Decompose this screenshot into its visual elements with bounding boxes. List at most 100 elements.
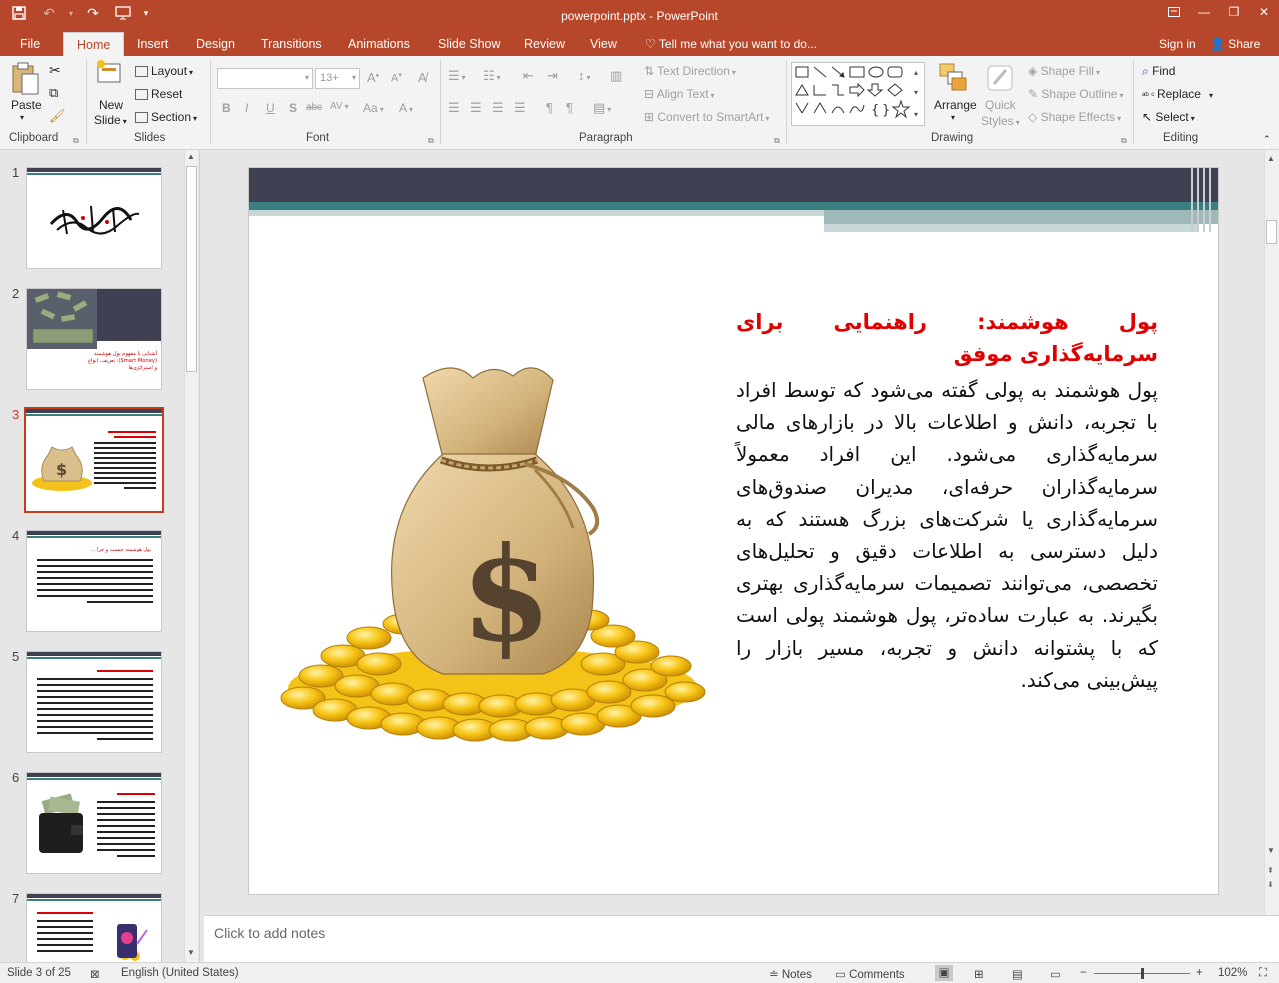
new-slide-label-2[interactable]: Slide ▾ [94,113,127,127]
close-icon[interactable]: ✕ [1249,0,1279,24]
main-scrollbar[interactable]: ▲ ▼ ⇞ ⇟ [1264,150,1279,915]
slide-title[interactable]: پول هوشمند: راهنمایی برای سرمایه‌گذاری م… [736,306,1158,370]
scroll-up-icon[interactable]: ▲ [1267,154,1275,163]
cut-icon[interactable]: ✂ [49,62,61,79]
justify-icon[interactable]: ☰ [514,100,526,116]
change-case-button[interactable]: Aa ▾ [363,101,384,115]
font-name-field[interactable]: ▾ [217,68,313,89]
tab-design[interactable]: Design [196,32,235,56]
previous-slide-icon[interactable]: ⇞ [1267,866,1274,875]
spellcheck-icon[interactable]: ⊠ [90,967,100,981]
slide-thumbnail-4[interactable]: پول هوشمند چیست و چرا ... [26,530,162,632]
format-painter-icon[interactable]: 🖌 [49,108,66,124]
tab-file[interactable]: File [20,32,40,56]
new-slide-button[interactable] [94,60,124,92]
section-button[interactable]: Section ▾ [135,110,197,124]
replace-button[interactable]: ᵃᵇ ᶜ Replace ▾ [1142,87,1213,101]
main-scroll-thumb[interactable] [1266,220,1277,244]
arrange-button[interactable] [938,62,968,92]
tab-slide-show[interactable]: Slide Show [438,32,501,56]
paste-button[interactable] [10,62,40,96]
increase-font-icon[interactable]: A▴ [367,70,379,85]
line-spacing-icon[interactable]: ↕ ▾ [578,68,591,83]
money-bag-image[interactable]: $ [273,358,713,758]
notes-pane[interactable]: Click to add notes [204,915,1279,962]
language-indicator[interactable]: English (United States) [121,967,239,979]
slide-thumbnail-2[interactable]: آشنایی با مفهوم پول هوشمند (Smart Money)… [26,288,162,390]
clipboard-launcher-icon[interactable]: ⧉ [73,136,79,146]
new-slide-label-1[interactable]: New [99,98,123,112]
slide-thumbnail-5[interactable] [26,651,162,753]
tab-review[interactable]: Review [524,32,565,56]
align-right-icon[interactable]: ☰ [492,100,504,116]
paste-label[interactable]: Paste [11,98,42,112]
tab-transitions[interactable]: Transitions [261,32,322,56]
thumbnails-scrollbar[interactable]: ▲ ▼ [184,150,198,962]
slide-show-view-icon[interactable]: ▭ [1050,967,1061,981]
tab-home[interactable]: Home [63,32,125,56]
decrease-indent-icon[interactable]: ⇤ [523,68,534,84]
normal-view-icon[interactable]: ▣ [935,965,953,981]
text-shadow-button[interactable]: S [289,101,297,115]
next-slide-icon[interactable]: ⇟ [1267,880,1274,889]
numbering-icon[interactable]: ☷ ▾ [483,68,501,84]
paragraph-launcher-icon[interactable]: ⧉ [774,136,780,146]
tab-insert[interactable]: Insert [137,32,168,56]
tell-me-box[interactable]: ♡ Tell me what you want to do... [645,37,817,51]
quick-styles-button[interactable] [984,62,1016,94]
collapse-ribbon-icon[interactable]: ⌃ [1263,134,1271,145]
sign-in-link[interactable]: Sign in [1159,37,1196,51]
text-direction-button[interactable]: ⇅ Text Direction ▾ [644,64,736,78]
zoom-out-icon[interactable]: − [1080,967,1087,979]
italic-button[interactable]: I [245,101,248,115]
text-rtl-icon[interactable]: ¶ [546,100,553,115]
notes-placeholder[interactable]: Click to add notes [214,925,325,941]
bullets-icon[interactable]: ☰ ▾ [448,68,466,84]
font-color-button[interactable]: A ▾ [399,101,413,115]
font-size-field[interactable]: 13+ ▾ [315,68,360,89]
shape-outline-button[interactable]: ✎ Shape Outline ▾ [1028,87,1123,101]
shapes-gallery[interactable]: { } ▴ ▾ ▾ [791,62,925,126]
zoom-in-icon[interactable]: + [1196,967,1203,979]
shape-fill-button[interactable]: ◈ Shape Fill ▾ [1028,64,1100,78]
scroll-up-icon[interactable]: ▲ [187,152,195,161]
reading-view-icon[interactable]: ▤ [1012,967,1023,981]
current-slide[interactable]: $ پول هوشمند: راهنمایی برای سرمایه‌گذاری… [248,167,1219,895]
find-button[interactable]: ⌕ Find [1142,64,1175,79]
zoom-level[interactable]: 102% [1218,967,1247,979]
shape-effects-button[interactable]: ◇ Shape Effects ▾ [1028,110,1121,124]
slide-body-text[interactable]: پول هوشمند به پولی گفته می‌شود که توسط ا… [736,374,1158,696]
paste-dropdown-icon[interactable]: ▾ [20,113,24,122]
bold-button[interactable]: B [222,101,231,115]
copy-icon[interactable]: ⧉ [49,85,58,101]
align-left-icon[interactable]: ☰ [448,100,460,116]
slide-thumbnail-1[interactable] [26,167,162,269]
zoom-slider-knob[interactable] [1141,968,1144,979]
increase-indent-icon[interactable]: ⇥ [547,68,558,84]
comments-toggle[interactable]: ▭ Comments [835,967,905,981]
underline-button[interactable]: U [266,101,275,115]
thumbnails-scroll-thumb[interactable] [186,166,197,372]
convert-smartart-button[interactable]: ⊞ Convert to SmartArt ▾ [644,110,769,124]
scroll-down-icon[interactable]: ▼ [1267,846,1275,855]
slide-counter[interactable]: Slide 3 of 25 [7,967,71,979]
quick-styles-label-2[interactable]: Styles ▾ [981,114,1020,128]
arrange-label[interactable]: Arrange [934,98,977,112]
clear-formatting-icon[interactable]: A̸ [418,70,427,85]
tab-view[interactable]: View [590,32,617,56]
slide-thumbnail-3[interactable]: $ [24,407,164,513]
tab-animations[interactable]: Animations [348,32,410,56]
share-button[interactable]: 👤 Share [1210,37,1260,51]
reset-button[interactable]: Reset [135,87,182,101]
quick-styles-label-1[interactable]: Quick [985,98,1016,112]
strikethrough-button[interactable]: abc [306,102,322,113]
align-center-icon[interactable]: ☰ [470,100,482,116]
scroll-down-icon[interactable]: ▼ [187,948,195,957]
decrease-font-icon[interactable]: A▾ [391,71,402,85]
layout-button[interactable]: Layout ▾ [135,64,193,78]
restore-icon[interactable]: ❐ [1219,0,1249,24]
text-ltr-icon[interactable]: ¶ [566,100,573,115]
slide-sorter-icon[interactable]: ⊞ [974,967,984,981]
distributed-icon[interactable]: ▤ ▾ [593,100,611,116]
drawing-launcher-icon[interactable]: ⧉ [1121,136,1127,146]
